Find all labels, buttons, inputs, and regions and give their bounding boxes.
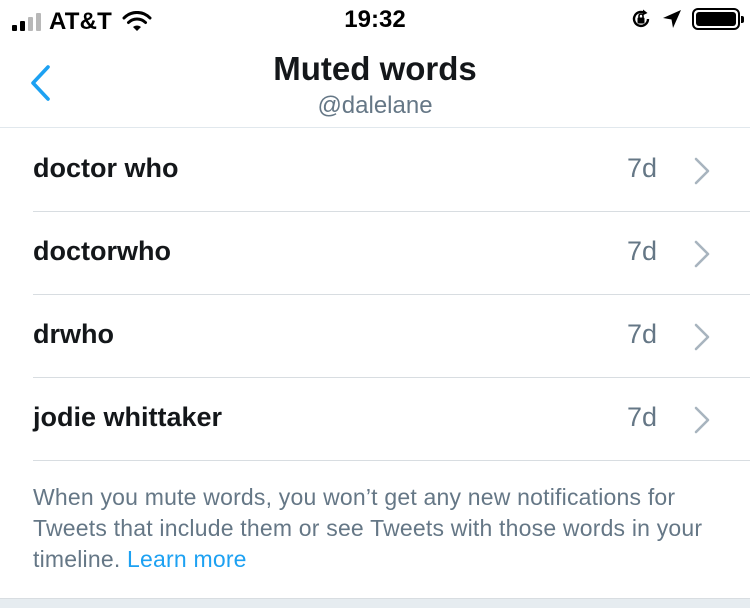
mute-info-text: When you mute words, you won’t get any n… xyxy=(33,482,723,575)
status-right xyxy=(630,8,744,30)
muted-words-list: doctor who 7d doctorwho 7d drwho 7d jodi… xyxy=(0,129,750,461)
status-bar: AT&T 19:32 xyxy=(0,0,750,42)
mute-duration: 7d xyxy=(626,402,657,432)
bottom-divider xyxy=(0,598,750,608)
chevron-right-icon xyxy=(694,323,710,351)
muted-word-label: doctor who xyxy=(33,153,179,183)
muted-word-row[interactable]: jodie whittaker 7d xyxy=(0,378,750,461)
page-title: Muted words xyxy=(273,50,477,87)
mute-duration: 7d xyxy=(626,236,657,266)
muted-word-row[interactable]: drwho 7d xyxy=(0,295,750,378)
muted-word-label: doctorwho xyxy=(33,236,171,266)
muted-word-label: drwho xyxy=(33,319,114,349)
battery-icon xyxy=(692,8,744,30)
mute-duration: 7d xyxy=(626,319,657,349)
chevron-right-icon xyxy=(694,240,710,268)
account-handle: @dalelane xyxy=(317,92,433,119)
orientation-lock-icon xyxy=(632,9,650,28)
muted-word-row[interactable]: doctor who 7d xyxy=(0,129,750,212)
mute-duration: 7d xyxy=(626,153,657,183)
chevron-right-icon xyxy=(694,157,710,185)
learn-more-link[interactable]: Learn more xyxy=(127,546,247,572)
navigation-bar: Muted words @dalelane xyxy=(0,42,750,128)
chevron-right-icon xyxy=(694,406,710,434)
muted-word-row[interactable]: doctorwho 7d xyxy=(0,212,750,295)
row-divider xyxy=(33,460,750,461)
location-icon xyxy=(663,10,681,28)
muted-word-label: jodie whittaker xyxy=(33,402,223,432)
screen: AT&T 19:32 Muted words @dalelane doctor … xyxy=(0,0,750,608)
